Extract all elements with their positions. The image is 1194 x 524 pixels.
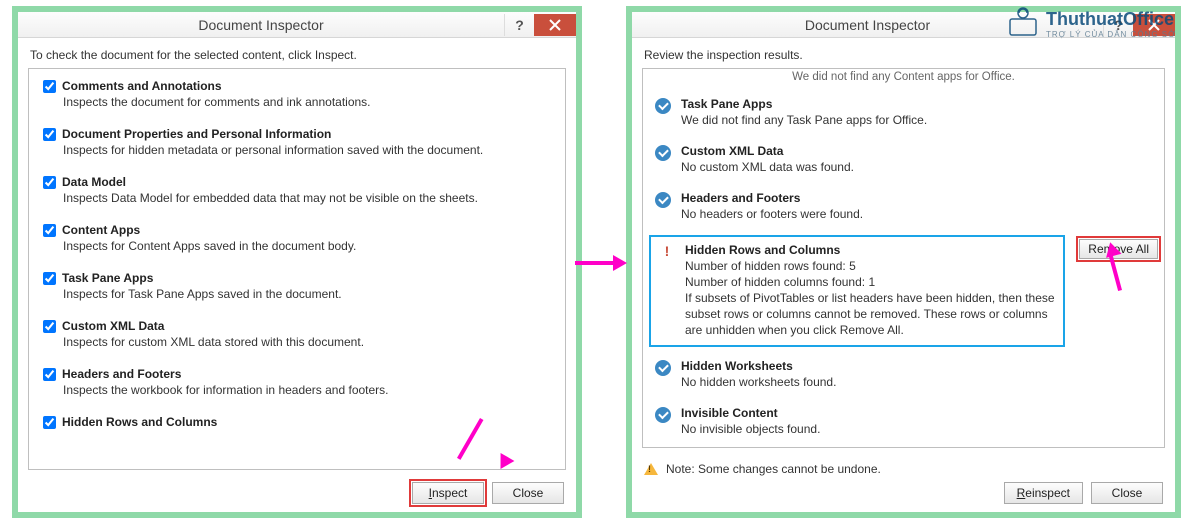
option-label: Content Apps <box>62 223 140 237</box>
status-ok-icon <box>655 192 671 208</box>
option-checkbox[interactable] <box>43 368 56 381</box>
help-button[interactable]: ? <box>1103 14 1133 36</box>
option-label: Custom XML Data <box>62 319 164 333</box>
option-label: Headers and Footers <box>62 367 181 381</box>
inspection-options-list[interactable]: Comments and Annotations Inspects the doc… <box>28 68 566 470</box>
help-button[interactable]: ? <box>504 14 534 36</box>
status-ok-icon <box>655 360 671 376</box>
reinspect-button[interactable]: Reinspect <box>1004 482 1083 504</box>
status-warning-icon: ! <box>659 244 675 260</box>
close-x-button[interactable] <box>1133 14 1175 36</box>
hidden-rows-columns-result: ! Hidden Rows and ColumnsNumber of hidden… <box>649 235 1065 347</box>
result-desc: We did not find any Task Pane apps for O… <box>681 112 1154 128</box>
option-label: Document Properties and Personal Informa… <box>62 127 331 141</box>
instruction-text: Review the inspection results. <box>632 38 1175 68</box>
result-desc-cutoff: We did not find any Content apps for Off… <box>643 69 1164 89</box>
option-checkbox[interactable] <box>43 128 56 141</box>
titlebar: Document Inspector ? <box>18 12 576 38</box>
result-item: Invisible ContentNo invisible objects fo… <box>643 398 1164 445</box>
result-desc: No headers or footers were found. <box>681 206 1154 222</box>
inspection-results-list[interactable]: We did not find any Content apps for Off… <box>642 68 1165 448</box>
titlebar: Document Inspector ? <box>632 12 1175 38</box>
status-ok-icon <box>655 145 671 161</box>
option-checkbox[interactable] <box>43 272 56 285</box>
check-item: Data Model Inspects Data Model for embedd… <box>29 165 565 213</box>
option-checkbox[interactable] <box>43 176 56 189</box>
option-desc: Inspects the workbook for information in… <box>43 383 553 397</box>
result-item: Custom XML DataNo custom XML data was fo… <box>643 136 1164 183</box>
check-item: Headers and Footers Inspects the workbook… <box>29 357 565 405</box>
option-desc: Inspects for Task Pane Apps saved in the… <box>43 287 553 301</box>
option-checkbox[interactable] <box>43 320 56 333</box>
note-text: Note: Some changes cannot be undone. <box>666 462 881 476</box>
close-icon <box>1148 19 1160 31</box>
option-desc: Inspects for Content Apps saved in the d… <box>43 239 553 253</box>
result-desc: No invisible objects found. <box>681 421 1154 437</box>
dialog-title: Document Inspector <box>18 17 504 33</box>
button-row: Inspect Close <box>412 482 564 504</box>
result-desc: Number of hidden rows found: 5Number of … <box>685 258 1057 339</box>
check-item: Task Pane Apps Inspects for Task Pane App… <box>29 261 565 309</box>
result-label: Task Pane Apps <box>681 97 1154 111</box>
option-desc: Inspects for custom XML data stored with… <box>43 335 553 349</box>
result-item: Task Pane AppsWe did not find any Task P… <box>643 89 1164 136</box>
result-item: Hidden WorksheetsNo hidden worksheets fo… <box>643 351 1164 398</box>
status-ok-icon <box>655 407 671 423</box>
result-desc: No custom XML data was found. <box>681 159 1154 175</box>
option-label: Hidden Rows and Columns <box>62 415 217 429</box>
option-desc: Inspects for hidden metadata or personal… <box>43 143 553 157</box>
annotation-arrow-next <box>575 255 631 271</box>
close-x-button[interactable] <box>534 14 576 36</box>
result-label: Custom XML Data <box>681 144 1154 158</box>
close-button[interactable]: Close <box>1091 482 1163 504</box>
check-item: Hidden Rows and Columns <box>29 405 565 439</box>
result-desc: No hidden worksheets found. <box>681 374 1154 390</box>
result-label: Hidden Worksheets <box>681 359 1154 373</box>
check-item: Content Apps Inspects for Content Apps sa… <box>29 213 565 261</box>
note-row: Note: Some changes cannot be undone. <box>644 462 881 476</box>
instruction-text: To check the document for the selected c… <box>18 38 576 68</box>
result-label: Headers and Footers <box>681 191 1154 205</box>
option-label: Data Model <box>62 175 126 189</box>
check-item: Custom XML Data Inspects for custom XML d… <box>29 309 565 357</box>
option-desc: Inspects Data Model for embedded data th… <box>43 191 553 205</box>
close-button[interactable]: Close <box>492 482 564 504</box>
dialog-title: Document Inspector <box>632 17 1103 33</box>
check-item: Document Properties and Personal Informa… <box>29 117 565 165</box>
option-checkbox[interactable] <box>43 224 56 237</box>
warning-icon <box>644 463 658 475</box>
option-desc: Inspects the document for comments and i… <box>43 95 553 109</box>
document-inspector-dialog-results: Document Inspector ? Review the inspecti… <box>626 6 1181 518</box>
option-label: Comments and Annotations <box>62 79 222 93</box>
inspect-button[interactable]: Inspect <box>412 482 484 504</box>
option-checkbox[interactable] <box>43 416 56 429</box>
option-checkbox[interactable] <box>43 80 56 93</box>
check-item: Comments and Annotations Inspects the doc… <box>29 69 565 117</box>
status-ok-icon <box>655 98 671 114</box>
result-label: Hidden Rows and Columns <box>685 243 1057 257</box>
result-label: Invisible Content <box>681 406 1154 420</box>
document-inspector-dialog-checklist: Document Inspector ? To check the docume… <box>12 6 582 518</box>
option-label: Task Pane Apps <box>62 271 153 285</box>
close-icon <box>549 19 561 31</box>
result-item: Headers and FootersNo headers or footers… <box>643 183 1164 230</box>
button-row: Reinspect Close <box>1004 482 1163 504</box>
